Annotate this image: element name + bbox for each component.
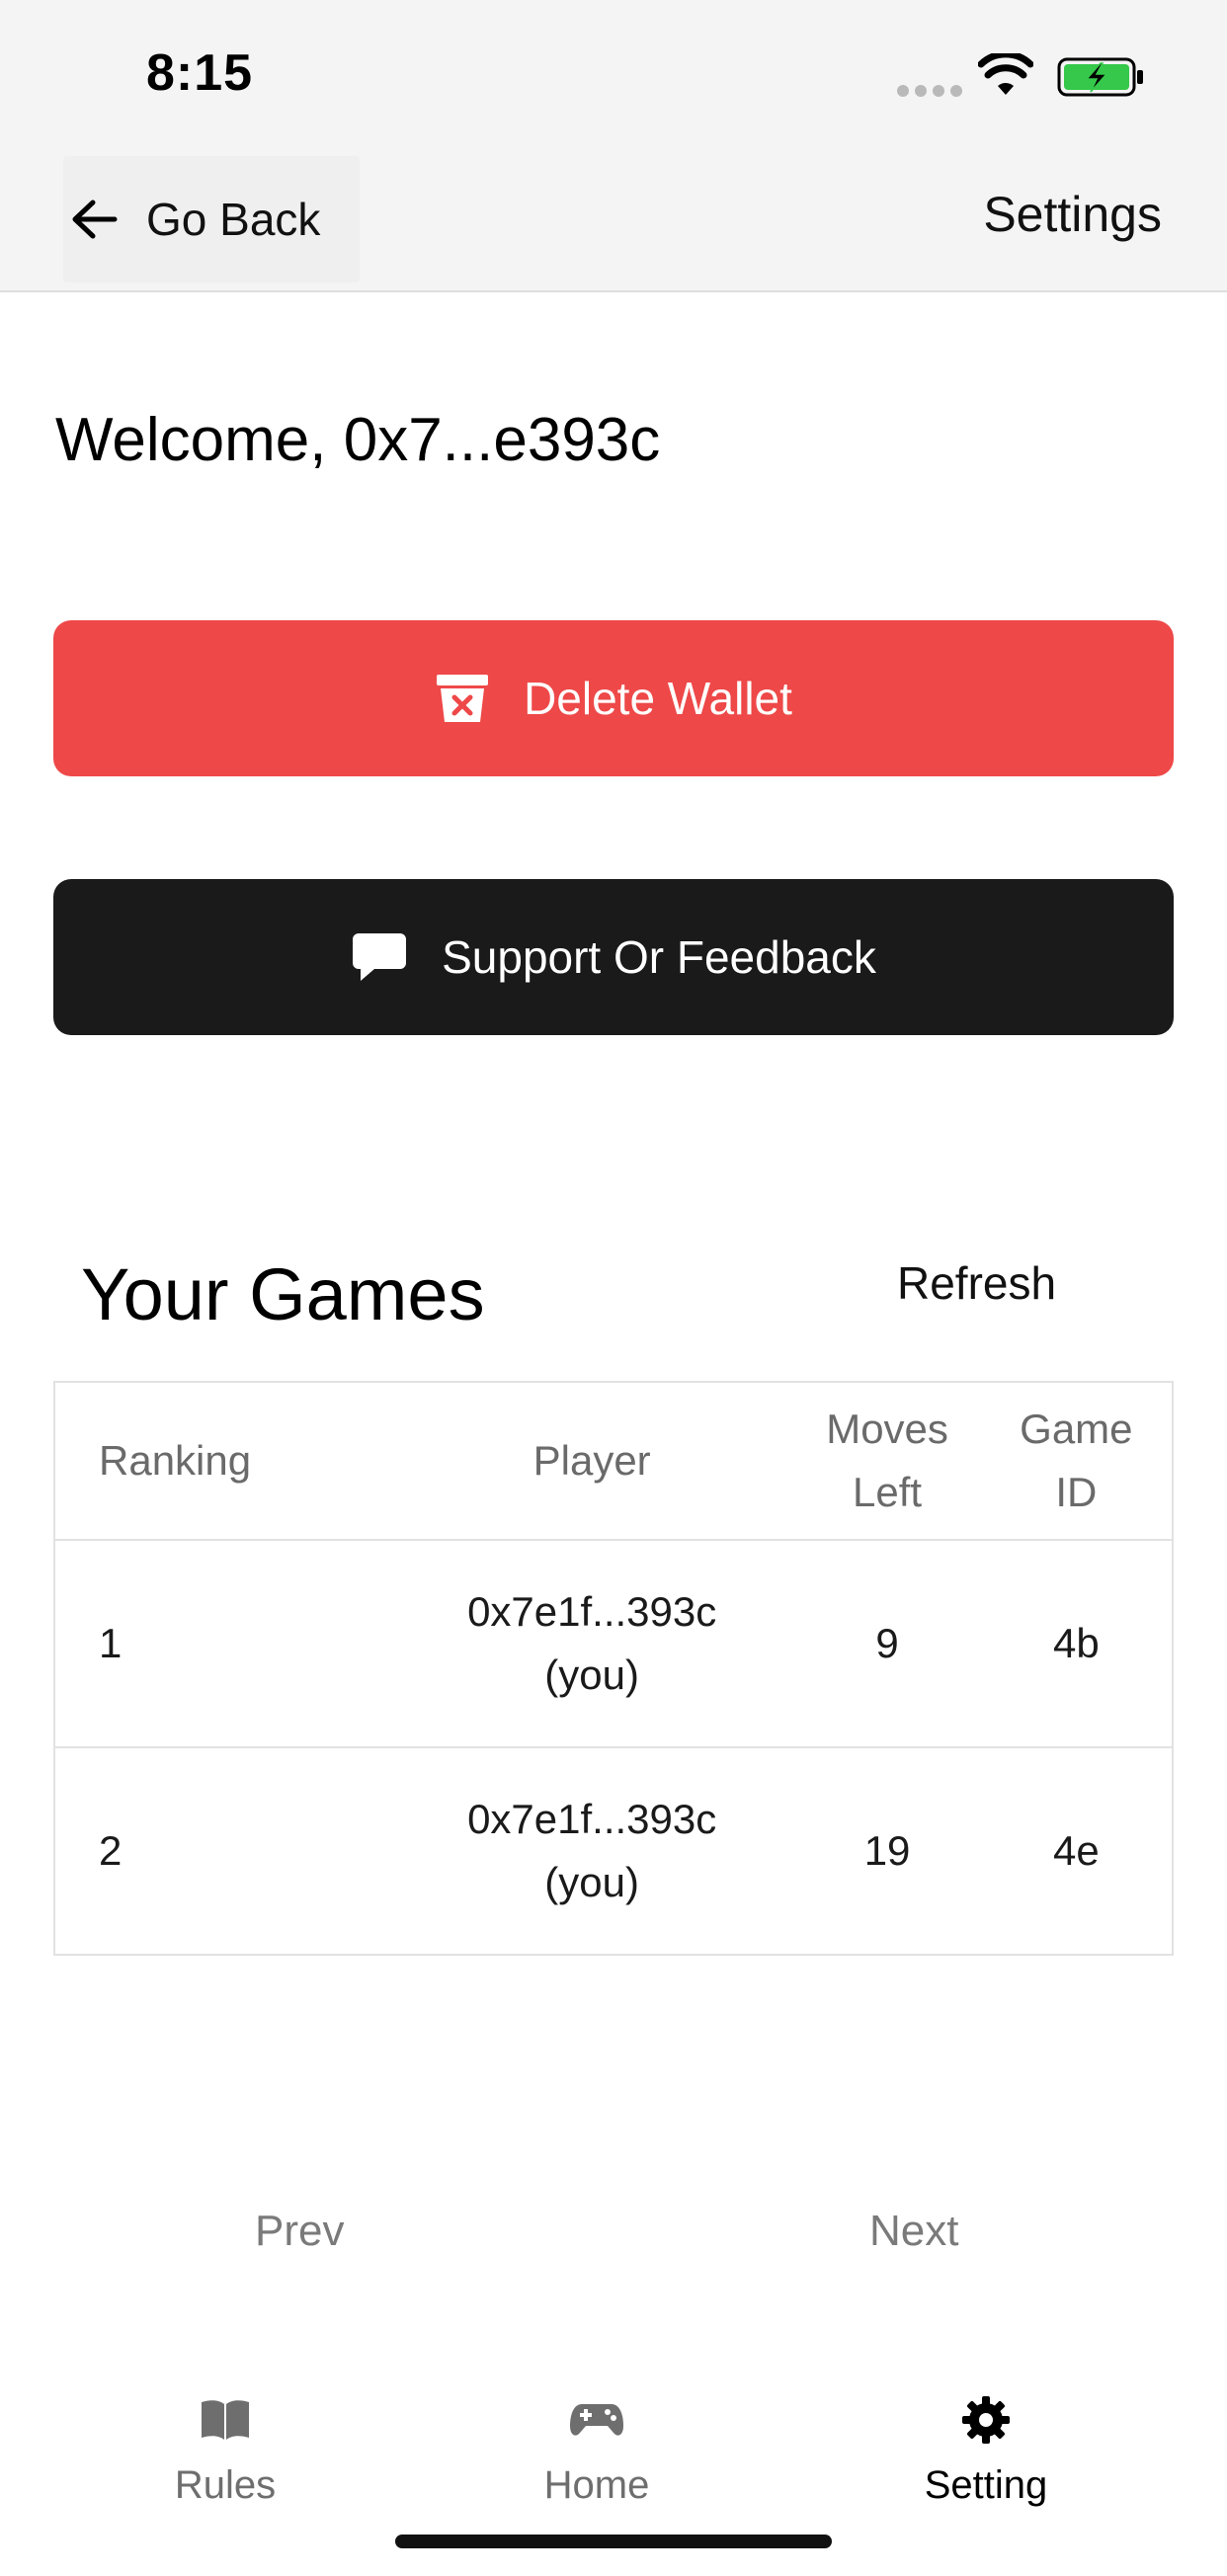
support-feedback-button[interactable]: Support Or Feedback	[53, 879, 1174, 1035]
moves-left-cell: 9	[875, 1620, 899, 1666]
status-time: 8:15	[146, 44, 254, 102]
wifi-icon	[978, 53, 1033, 95]
games-table: Ranking Player Moves Left Game ID 1 0x7e…	[53, 1381, 1174, 1956]
game-id-cell: 4b	[1052, 1620, 1100, 1666]
column-header-game-id: Game ID	[1020, 1406, 1133, 1515]
ranking-cell: 1	[99, 1620, 123, 1666]
book-icon	[198, 2390, 253, 2450]
trash-icon	[435, 673, 490, 724]
tab-home[interactable]: Home	[449, 2390, 745, 2508]
battery-charging-icon	[1057, 57, 1143, 97]
status-bar: 8:15	[0, 0, 1227, 148]
table-header-row: Ranking Player Moves Left Game ID	[55, 1383, 1172, 1541]
gear-icon	[961, 2390, 1011, 2450]
table-row[interactable]: 1 0x7e1f...393c (you) 9 4b	[55, 1541, 1172, 1748]
page-title: Settings	[983, 187, 1162, 242]
tab-rules[interactable]: Rules	[77, 2390, 373, 2508]
column-header-player: Player	[532, 1437, 651, 1484]
go-back-label: Go Back	[146, 194, 321, 245]
player-cell: 0x7e1f...393c (you)	[467, 1796, 717, 1905]
home-indicator	[395, 2535, 832, 2548]
go-back-button[interactable]: Go Back	[63, 156, 360, 282]
support-feedback-label: Support Or Feedback	[442, 931, 876, 983]
ranking-cell: 2	[99, 1827, 123, 1874]
tab-rules-label: Rules	[174, 2463, 277, 2507]
moves-left-cell: 19	[863, 1827, 911, 1874]
delete-wallet-button[interactable]: Delete Wallet	[53, 620, 1174, 776]
prev-page-button[interactable]: Prev	[255, 2207, 344, 2256]
gamepad-icon	[568, 2390, 625, 2450]
player-cell: 0x7e1f...393c (you)	[467, 1588, 717, 1698]
signal-dots-icon	[897, 85, 962, 97]
tab-home-label: Home	[543, 2463, 650, 2507]
refresh-button[interactable]: Refresh	[897, 1256, 1056, 1310]
tab-setting[interactable]: Setting	[838, 2390, 1134, 2508]
table-row[interactable]: 2 0x7e1f...393c (you) 19 4e	[55, 1748, 1172, 1954]
game-id-cell: 4e	[1052, 1827, 1100, 1874]
delete-wallet-label: Delete Wallet	[524, 673, 792, 724]
games-title: Your Games	[81, 1253, 485, 1335]
nav-bar: Go Back Settings	[0, 148, 1227, 292]
column-header-ranking: Ranking	[99, 1437, 252, 1484]
column-header-moves-left: Moves Left	[826, 1406, 948, 1515]
next-page-button[interactable]: Next	[869, 2207, 958, 2256]
tab-setting-label: Setting	[924, 2463, 1048, 2507]
arrow-left-icon	[72, 200, 118, 239]
welcome-text: Welcome, 0x7...e393c	[55, 406, 661, 474]
chat-bubble-icon	[351, 931, 408, 983]
